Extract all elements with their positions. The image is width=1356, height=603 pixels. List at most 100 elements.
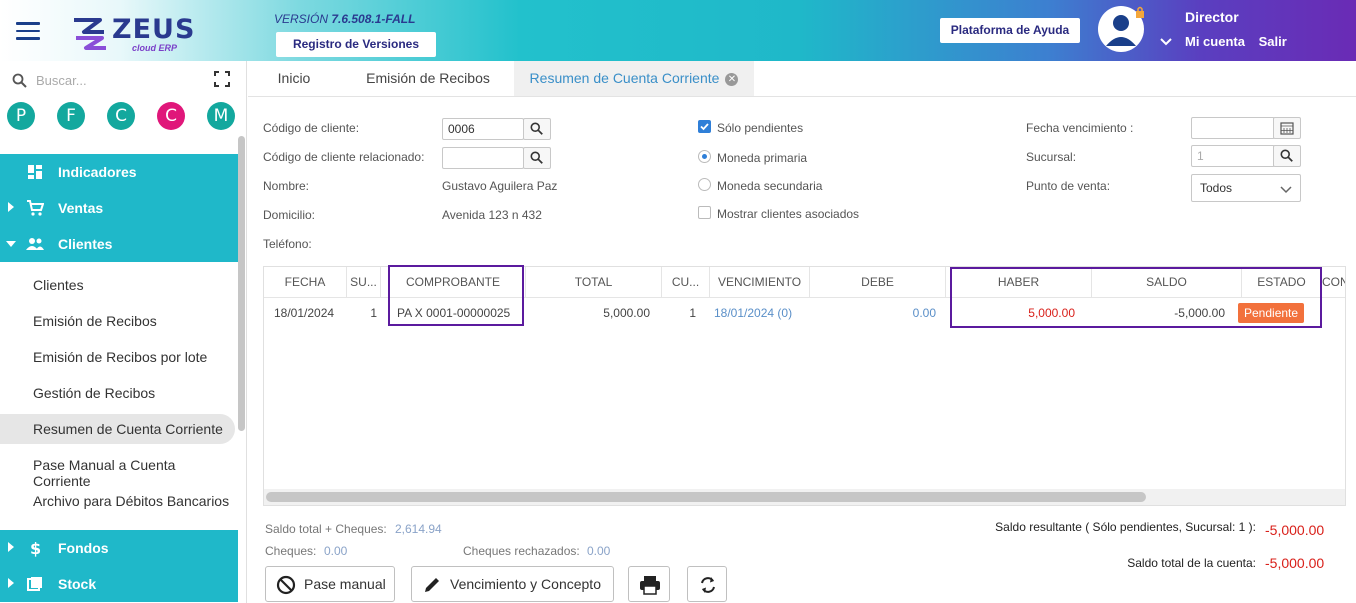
shortcut-f[interactable]: F (57, 102, 85, 130)
submenu-item-emision-recibos[interactable]: Emisión de Recibos (0, 306, 235, 336)
logo-text: ZEUS (112, 14, 196, 45)
fecha-vencimiento-input[interactable] (1191, 117, 1275, 139)
highlight-comprobante (388, 265, 524, 326)
shortcut-c[interactable]: C (107, 102, 135, 130)
vencimiento-concepto-button[interactable]: Vencimiento y Concepto (411, 566, 614, 602)
punto-venta-label: Punto de venta: (1026, 179, 1111, 193)
moneda-secundaria-radio[interactable] (698, 178, 711, 191)
dashboard-icon (28, 165, 42, 179)
sidebar-item-fondos[interactable]: $ Fondos (0, 530, 238, 566)
tab-resumen-cuenta[interactable]: Resumen de Cuenta Corriente ✕ (514, 61, 754, 96)
highlight-haber-saldo-estado (950, 267, 1322, 328)
my-account-link[interactable]: Mi cuenta (1185, 34, 1245, 49)
codigo-cliente-input[interactable]: 0006 (442, 118, 524, 140)
printer-icon (640, 576, 660, 595)
shortcut-p[interactable]: P (7, 102, 35, 130)
cheques-rechazados-value: 0.00 (587, 544, 611, 558)
cell-total: 5,000.00 (603, 306, 650, 320)
submenu-item-emision-lote[interactable]: Emisión de Recibos por lote (0, 342, 235, 372)
chevron-down-icon (6, 241, 16, 247)
check-icon (700, 123, 709, 131)
cell-debe: 0.00 (912, 306, 936, 320)
tab-bar: Inicio Emisión de Recibos Resumen de Cue… (248, 61, 1356, 97)
punto-venta-select[interactable]: Todos (1191, 174, 1301, 202)
search-icon (530, 151, 543, 164)
svg-text:$: $ (30, 539, 41, 557)
cell-su: 1 (370, 306, 377, 320)
codigo-cliente-search-button[interactable] (523, 118, 551, 140)
col-debe[interactable]: DEBE (810, 267, 946, 297)
logo: ZEUS cloud ERP (70, 14, 194, 54)
col-total[interactable]: TOTAL (526, 267, 662, 297)
pase-manual-button[interactable]: Pase manual (265, 566, 395, 602)
box-icon (27, 577, 42, 591)
tab-emision-recibos[interactable]: Emisión de Recibos (348, 61, 508, 96)
saldo-resultante-value: -5,000.00 (1265, 522, 1325, 538)
sidebar-item-stock[interactable]: Stock (0, 566, 238, 602)
version-label: VERSIÓN 7.6.508.1-FALL (274, 12, 416, 26)
domicilio-label: Domicilio: (263, 208, 316, 222)
hamburger-menu-icon[interactable] (16, 22, 40, 40)
col-su[interactable]: SU... (347, 267, 381, 297)
prohibited-icon (276, 575, 296, 595)
codigo-cliente-label: Código de cliente: (263, 121, 360, 135)
submenu-item-pase-manual[interactable]: Pase Manual a Cuenta Corriente (0, 450, 235, 489)
col-fecha[interactable]: FECHA (264, 267, 347, 297)
pencil-icon (425, 578, 439, 592)
codigo-relacionado-search-button[interactable] (523, 147, 551, 169)
search-icon (12, 73, 27, 88)
sucursal-input[interactable]: 1 (1191, 145, 1275, 167)
logout-link[interactable]: Salir (1259, 34, 1287, 49)
col-con[interactable]: CON (1322, 267, 1345, 297)
fecha-vencimiento-label: Fecha vencimiento : (1026, 121, 1134, 135)
cheques-label: Cheques: (265, 544, 317, 558)
version-number: 7.6.508.1-FALL (331, 12, 416, 26)
sidebar-scrollbar[interactable] (238, 136, 245, 431)
submenu-item-debitos-bancarios[interactable]: Archivo para Débitos Bancarios (0, 486, 235, 516)
top-header: ZEUS cloud ERP VERSIÓN 7.6.508.1-FALL Re… (0, 0, 1356, 61)
refresh-button[interactable] (687, 566, 727, 602)
refresh-icon (701, 577, 715, 593)
codigo-relacionado-input[interactable] (442, 147, 524, 169)
grid-horizontal-scrollbar[interactable] (266, 492, 1146, 502)
submenu-item-gestion-recibos[interactable]: Gestión de Recibos (0, 378, 235, 408)
cell-fecha: 18/01/2024 (274, 306, 335, 320)
sidebar-item-ventas[interactable]: Ventas (0, 190, 238, 226)
saldo-cuenta-label: Saldo total de la cuenta: (1127, 556, 1256, 570)
fullscreen-icon[interactable] (214, 71, 230, 87)
chevron-down-icon (1280, 186, 1292, 194)
sucursal-search-button[interactable] (1273, 145, 1301, 167)
saldo-cuenta-value: -5,000.00 (1265, 555, 1325, 571)
domicilio-value: Avenida 123 n 432 (442, 208, 542, 222)
solo-pendientes-checkbox[interactable] (698, 120, 711, 133)
shortcut-m[interactable]: M (207, 102, 235, 130)
lock-icon (1136, 6, 1144, 18)
print-button[interactable] (628, 566, 670, 602)
sidebar-item-indicadores[interactable]: Indicadores (0, 154, 238, 190)
saldo-cheques-label: Saldo total + Cheques: (265, 522, 387, 536)
shortcut-c-pink[interactable]: C (157, 102, 185, 130)
col-cu[interactable]: CU... (662, 267, 710, 297)
cell-cu: 1 (689, 306, 696, 320)
chevron-down-icon[interactable] (1159, 35, 1173, 49)
search-icon (530, 122, 543, 135)
zeus-logo-icon (74, 18, 106, 50)
sidebar: Buscar... P F C C M Indicadores Ventas C… (0, 61, 247, 603)
close-tab-icon[interactable]: ✕ (725, 72, 739, 86)
versions-button[interactable]: Registro de Versiones (276, 32, 436, 57)
submenu-item-resumen-cuenta[interactable]: Resumen de Cuenta Corriente (0, 414, 235, 444)
cell-vencimiento[interactable]: 18/01/2024 (0) (714, 298, 792, 328)
moneda-primaria-radio[interactable] (698, 150, 711, 163)
sidebar-item-clientes[interactable]: Clientes (0, 226, 238, 262)
calendar-button[interactable] (1273, 117, 1301, 139)
mostrar-asociados-checkbox[interactable] (698, 206, 711, 219)
tab-inicio[interactable]: Inicio (248, 61, 340, 96)
help-platform-button[interactable]: Plataforma de Ayuda (940, 18, 1080, 43)
nombre-value: Gustavo Aguilera Paz (442, 179, 558, 193)
clientes-submenu: Clientes Emisión de Recibos Emisión de R… (0, 262, 238, 527)
sidebar-search[interactable]: Buscar... (12, 71, 232, 91)
col-vencimiento[interactable]: VENCIMIENTO (710, 267, 810, 297)
search-input[interactable]: Buscar... (36, 73, 87, 88)
submenu-item-clientes[interactable]: Clientes (0, 270, 235, 300)
user-role: Director (1185, 9, 1239, 25)
